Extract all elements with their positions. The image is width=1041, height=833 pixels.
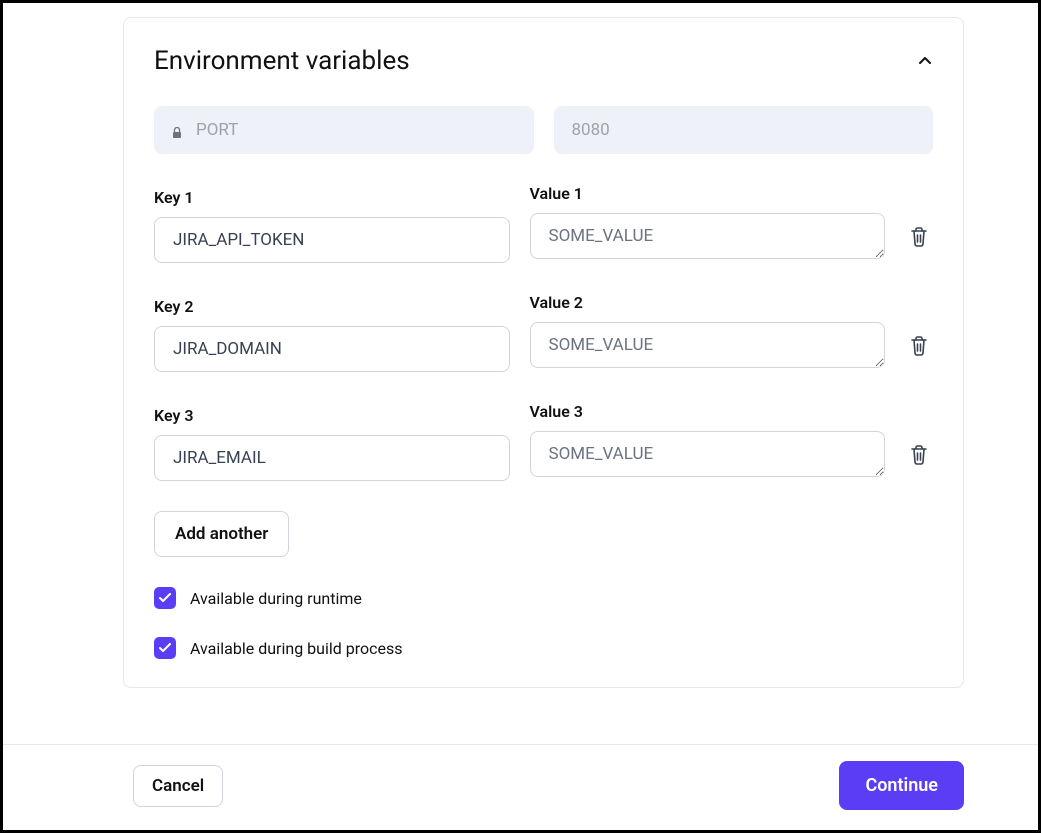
key-label: Key 1 bbox=[154, 188, 510, 207]
checkbox-runtime-label: Available during runtime bbox=[190, 589, 362, 608]
delete-button[interactable] bbox=[905, 445, 933, 481]
key-label: Key 2 bbox=[154, 297, 510, 316]
lock-icon bbox=[172, 124, 182, 136]
env-vars-card: Environment variables PORT 8080 Key 1 bbox=[123, 17, 964, 688]
continue-button[interactable]: Continue bbox=[839, 761, 964, 810]
key-input[interactable] bbox=[154, 326, 510, 372]
cancel-button[interactable]: Cancel bbox=[133, 765, 223, 807]
env-var-row: Key 2 Value 2 bbox=[154, 293, 933, 372]
key-input[interactable] bbox=[154, 217, 510, 263]
collapse-icon[interactable] bbox=[917, 53, 933, 69]
env-var-row: Key 3 Value 3 bbox=[154, 402, 933, 481]
value-input[interactable] bbox=[530, 213, 886, 259]
trash-icon bbox=[910, 336, 928, 360]
env-var-row: Key 1 Value 1 bbox=[154, 184, 933, 263]
value-label: Value 1 bbox=[530, 184, 886, 203]
locked-port-value-text: 8080 bbox=[572, 120, 610, 140]
checkbox-runtime[interactable] bbox=[154, 587, 176, 609]
value-input[interactable] bbox=[530, 431, 886, 477]
add-another-button[interactable]: Add another bbox=[154, 511, 289, 557]
checkbox-build[interactable] bbox=[154, 637, 176, 659]
checkbox-row-runtime: Available during runtime bbox=[154, 587, 933, 609]
footer: Cancel Continue bbox=[3, 744, 1038, 830]
trash-icon bbox=[910, 227, 928, 251]
key-input[interactable] bbox=[154, 435, 510, 481]
card-title: Environment variables bbox=[154, 46, 410, 76]
locked-port-value: 8080 bbox=[554, 106, 934, 154]
locked-port-key-text: PORT bbox=[196, 120, 238, 140]
locked-port-key: PORT bbox=[154, 106, 534, 154]
delete-button[interactable] bbox=[905, 227, 933, 263]
value-label: Value 3 bbox=[530, 402, 886, 421]
card-header: Environment variables bbox=[154, 46, 933, 76]
trash-icon bbox=[910, 445, 928, 469]
delete-button[interactable] bbox=[905, 336, 933, 372]
checkbox-build-label: Available during build process bbox=[190, 639, 402, 658]
value-input[interactable] bbox=[530, 322, 886, 368]
checkbox-row-build: Available during build process bbox=[154, 637, 933, 659]
value-label: Value 2 bbox=[530, 293, 886, 312]
locked-port-row: PORT 8080 bbox=[154, 106, 933, 154]
key-label: Key 3 bbox=[154, 406, 510, 425]
